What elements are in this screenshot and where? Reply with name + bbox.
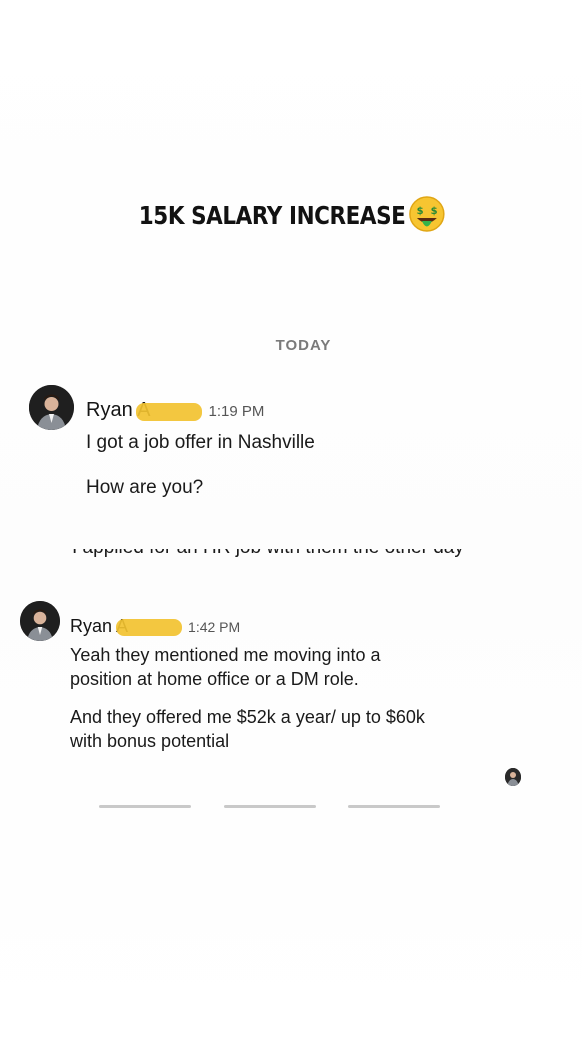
message-text: position at home office or a DM role. bbox=[70, 669, 359, 689]
divider-line bbox=[224, 805, 316, 808]
money-mouth-face-icon: $ $ bbox=[408, 195, 446, 233]
divider-line bbox=[348, 805, 440, 808]
svg-text:$: $ bbox=[431, 206, 438, 217]
avatar[interactable] bbox=[20, 601, 60, 641]
message-text: Yeah they mentioned me moving into a bbox=[70, 645, 381, 665]
headline: 15K SALARY INCREASE $ $ bbox=[41, 195, 542, 236]
redaction-mark bbox=[116, 619, 183, 637]
divider-line bbox=[99, 805, 191, 808]
redaction-mark bbox=[136, 402, 203, 421]
partial-message-text: I applied for an HR job with them the ot… bbox=[72, 549, 502, 561]
read-receipt-avatar bbox=[505, 768, 521, 786]
message-time: 1:19 PM bbox=[208, 403, 265, 420]
message-text: with bonus potential bbox=[70, 731, 230, 751]
partial-message-line: I applied for an HR job with them the ot… bbox=[72, 549, 464, 559]
message-text: How are you? bbox=[86, 477, 204, 498]
message-text: And they offered me $52k a year/ up to $… bbox=[70, 707, 425, 727]
avatar[interactable] bbox=[29, 385, 74, 430]
date-divider: TODAY bbox=[275, 337, 332, 354]
headline-text: 15K SALARY INCREASE bbox=[138, 201, 406, 230]
message-text: I got a job offer in Nashville bbox=[86, 432, 315, 453]
svg-text:$: $ bbox=[417, 206, 424, 217]
message-header: Ryan A 1:42 PM bbox=[70, 616, 240, 637]
message-time: 1:42 PM bbox=[188, 619, 241, 635]
screenshot-canvas: 15K SALARY INCREASE $ $ TODAY Ryan A 1:19… bbox=[0, 0, 582, 1046]
message-header: Ryan A 1:19 PM bbox=[86, 399, 264, 422]
